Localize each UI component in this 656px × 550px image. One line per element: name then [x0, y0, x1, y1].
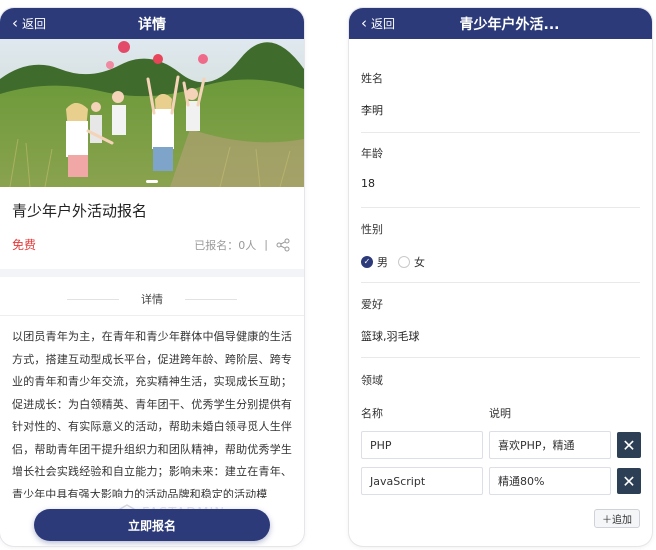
event-title: 青少年户外活动报名 [12, 202, 148, 220]
domain-label: 领域 [361, 374, 383, 387]
age-label: 年龄 [361, 147, 383, 160]
add-row-button[interactable]: ＋追加 [594, 509, 640, 528]
meta-separator: | [264, 238, 268, 251]
divider [361, 132, 640, 133]
chevron-left-icon: ‹ [12, 14, 18, 32]
event-meta-right: 已报名：0人 | [194, 237, 290, 253]
gender-option-female[interactable]: 女 [398, 254, 425, 270]
signup-count: 已报名：0人 [194, 238, 257, 252]
gender-option-male[interactable]: ✓ 男 [361, 254, 388, 270]
hobby-label: 爱好 [361, 298, 383, 311]
detail-section-header: 详情 [0, 291, 304, 307]
header-line-right [185, 298, 237, 300]
detail-screen: ‹ 返回 详情 青少年户外活动报名 免费 已报名：0人 | 详情 以团员青年为主… [0, 8, 304, 546]
domain-col-name: 名称 [361, 407, 383, 420]
checkmark-icon: ✓ [361, 256, 373, 268]
gender-label: 性别 [361, 223, 383, 236]
price-label: 免费 [12, 238, 37, 252]
back-button[interactable]: ‹ 返回 [12, 8, 46, 39]
share-icon[interactable] [276, 238, 290, 252]
section-spacer [0, 269, 304, 277]
name-label: 姓名 [361, 72, 383, 85]
domain-desc-input[interactable]: 喜欢PHP，精通 [489, 431, 611, 459]
header-line-left [67, 298, 119, 300]
domain-desc-input[interactable]: 精通80% [489, 467, 611, 495]
top-navbar: ‹ 返回 详情 [0, 8, 304, 39]
age-field[interactable]: 18 [361, 177, 375, 190]
section-divider [0, 315, 304, 316]
close-icon: ✕ [622, 435, 636, 455]
signup-form-screen: ‹ 返回 青少年户外活... 姓名 李明 年龄 18 性别 ✓ 男 女 爱好 篮… [349, 8, 652, 546]
chevron-left-icon: ‹ [361, 14, 367, 32]
event-meta-row: 免费 已报名：0人 | [12, 236, 290, 253]
divider [361, 282, 640, 283]
banner-photo [0, 39, 304, 187]
event-banner-image[interactable] [0, 39, 304, 187]
back-button[interactable]: ‹ 返回 [361, 8, 395, 39]
detail-section-title: 详情 [141, 293, 163, 306]
carousel-dot-active [146, 180, 158, 183]
delete-row-button[interactable]: ✕ [617, 468, 641, 494]
close-icon: ✕ [622, 471, 636, 491]
domain-name-input[interactable]: JavaScript [361, 467, 483, 495]
hobby-field[interactable]: 篮球,羽毛球 [361, 328, 420, 344]
divider [361, 357, 640, 358]
back-label: 返回 [22, 17, 47, 31]
gender-radio-group: ✓ 男 女 [361, 254, 425, 270]
top-navbar: ‹ 返回 青少年户外活... [349, 8, 652, 39]
domain-name-input[interactable]: PHP [361, 431, 483, 459]
gender-option-label: 女 [414, 256, 425, 269]
domain-col-desc: 说明 [489, 407, 511, 420]
back-label: 返回 [371, 17, 396, 31]
radio-empty-icon [398, 256, 410, 268]
divider [361, 207, 640, 208]
carousel-indicator [146, 180, 158, 183]
name-field[interactable]: 李明 [361, 102, 383, 118]
delete-row-button[interactable]: ✕ [617, 432, 641, 458]
signup-now-button[interactable]: 立即报名 [34, 509, 270, 541]
event-description: 以团员青年为主，在青年和青少年群体中倡导健康的生活方式，搭建互动型成长平台，促进… [12, 330, 292, 498]
gender-option-label: 男 [377, 256, 388, 269]
